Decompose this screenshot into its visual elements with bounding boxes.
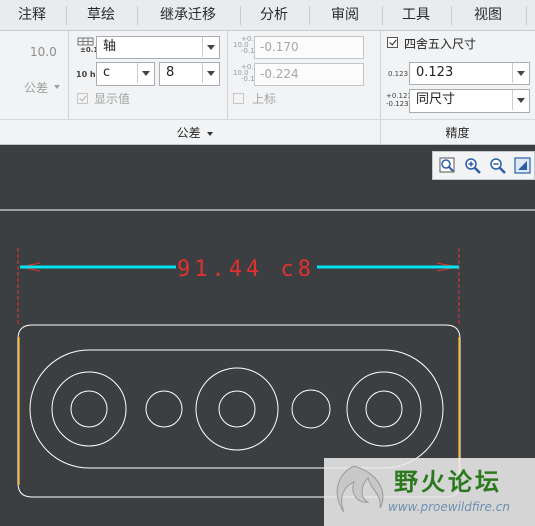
round-dimension-checkbox[interactable]	[387, 37, 398, 48]
tab-divider	[526, 6, 527, 25]
dimension-text[interactable]: 91.44 c8	[177, 257, 315, 282]
tolerance-grade-value: 8	[166, 65, 175, 80]
tab-annotate[interactable]: 注释	[0, 0, 64, 30]
chevron-down-icon	[207, 131, 214, 136]
tolerance-decimals-value: 同尺寸	[416, 92, 456, 107]
group-label-divider	[0, 119, 535, 120]
hole-shaft-value: 轴	[103, 39, 117, 54]
icon-text: -0.1	[241, 75, 255, 83]
divider	[227, 31, 228, 119]
chevron-down-icon[interactable]	[202, 63, 219, 83]
zoom-out-icon[interactable]	[488, 156, 507, 175]
decimal-places-icon: 0.123	[388, 70, 409, 78]
boss-right-outer[interactable]	[346, 371, 422, 447]
upper-tolerance-input[interactable]: -0.170	[254, 36, 364, 59]
show-value-checkbox[interactable]	[77, 93, 88, 104]
tab-tools[interactable]: 工具	[383, 0, 449, 30]
decimal-places-value: 0.123	[416, 65, 454, 80]
tolerance-group-text: 公差	[176, 126, 201, 140]
zoom-window-icon[interactable]	[438, 156, 457, 175]
forum-watermark: 野火论坛 www.proewildfire.cn	[324, 458, 535, 526]
tolerance-format-label: 公差	[24, 81, 49, 95]
upper-tolerance-icon: +0.2 10.0 -0.1	[233, 36, 258, 56]
tolerance-grade-select[interactable]: 8	[159, 62, 220, 86]
decimal-places-select[interactable]: 0.123	[409, 62, 530, 85]
watermark-url: www.proewildfire.cn	[388, 500, 510, 514]
boss-center-outer[interactable]	[195, 367, 279, 451]
chevron-down-icon[interactable]	[512, 90, 529, 110]
divider	[380, 31, 381, 144]
precision-group-label: 精度	[445, 126, 470, 140]
divider	[68, 31, 69, 119]
tolerance-format-dropdown[interactable]: 公差	[20, 79, 64, 97]
hole-middle-left[interactable]	[145, 390, 183, 428]
chevron-down-icon[interactable]	[137, 63, 154, 83]
tolerance-decimals-select[interactable]: 同尺寸	[409, 89, 530, 113]
chevron-down-icon[interactable]	[202, 37, 219, 57]
ribbon-panel: 10.0 公差 ±0.1 轴 10 h7 c 8 显示值 +0.2 10.0 -…	[0, 31, 535, 145]
hole-right[interactable]	[365, 390, 403, 428]
tab-inheritance-migration[interactable]: 继承迁移	[138, 0, 238, 30]
tolerance-preview: 10.0	[30, 45, 57, 59]
tolerance-group-label[interactable]: 公差	[160, 123, 230, 143]
lower-tolerance-icon: +0.2 10.0 -0.1	[233, 64, 258, 84]
hole-center[interactable]	[218, 390, 256, 428]
hole-shaft-select[interactable]: 轴	[96, 36, 220, 59]
fit-letter-select[interactable]: c	[96, 62, 155, 86]
icon-text: -0.1	[241, 47, 255, 55]
superscript-label: 上标	[252, 92, 277, 106]
icon-text: -0.123	[386, 100, 409, 108]
zoom-in-icon[interactable]	[463, 156, 482, 175]
flame-logo-icon	[336, 465, 384, 513]
fit-letter-value: c	[103, 65, 111, 80]
tab-sketch[interactable]: 草绘	[67, 0, 135, 30]
show-value-label: 显示值	[94, 92, 131, 106]
superscript-checkbox[interactable]	[233, 93, 244, 104]
tolerance-decimals-icon: +0.123 -0.123	[386, 93, 412, 113]
tab-analysis[interactable]: 分析	[241, 0, 307, 30]
ribbon-tab-bar: 注释 草绘 继承迁移 分析 审阅 工具 视图	[0, 0, 535, 31]
lower-tolerance-input[interactable]: -0.224	[254, 63, 364, 86]
hole-left[interactable]	[70, 390, 108, 428]
refit-icon[interactable]	[513, 156, 532, 175]
chevron-down-icon[interactable]	[512, 63, 529, 83]
watermark-title: 野火论坛	[394, 468, 502, 496]
fit-table-icon: ±0.1	[77, 37, 98, 55]
hole-middle-right[interactable]	[291, 389, 331, 429]
tab-review[interactable]: 审阅	[310, 0, 380, 30]
chevron-down-icon	[54, 85, 60, 89]
tab-view[interactable]: 视图	[452, 0, 524, 30]
view-toolbar	[432, 151, 535, 180]
boss-left-outer[interactable]	[51, 371, 127, 447]
round-dimension-label: 四舍五入尺寸	[404, 37, 477, 51]
